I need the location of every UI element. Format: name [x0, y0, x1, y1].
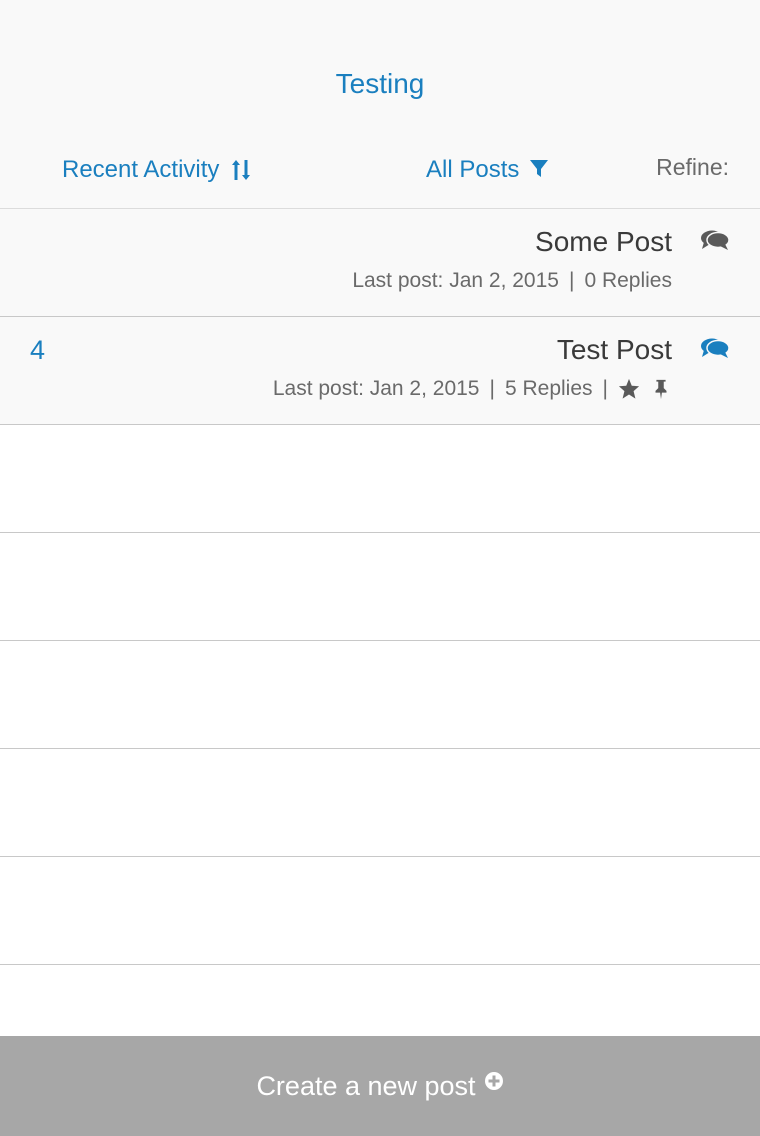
sort-arrows-icon [232, 160, 251, 180]
empty-row [0, 857, 760, 965]
meta-separator: | [568, 269, 575, 292]
forum-topic-page: Testing Recent Activity All Posts Refine… [0, 0, 760, 1136]
list-item-some-post[interactable]: Some Post Last post: Jan 2, 2015 | 0 Rep… [0, 209, 760, 317]
create-post-button[interactable]: Create a new post [0, 1036, 760, 1136]
chat-bubbles-icon [701, 230, 730, 250]
unread-count: 4 [30, 335, 46, 365]
create-post-label: Create a new post [256, 1070, 476, 1101]
filter-icon [530, 160, 549, 177]
page-title: Testing [335, 68, 425, 99]
meta-separator: | [489, 377, 495, 400]
pin-icon [655, 379, 667, 400]
header: Testing Recent Activity All Posts Refine… [0, 0, 760, 209]
refine-label: Refine: [656, 154, 729, 180]
reply-count: 5 Replies [504, 377, 593, 400]
post-list: Some Post Last post: Jan 2, 2015 | 0 Rep… [0, 209, 760, 965]
sort-label: Recent Activity [62, 156, 220, 183]
post-meta: Last post: Jan 2, 2015 | 0 Replies [352, 269, 672, 293]
chat-bubbles-icon [701, 338, 730, 358]
plus-circle-icon [484, 1072, 503, 1090]
post-meta: Last post: Jan 2, 2015 | 5 Replies | [273, 377, 672, 401]
sort-button[interactable]: Recent Activity [62, 156, 251, 184]
filter-button[interactable]: All Posts [426, 156, 549, 184]
empty-row [0, 425, 760, 533]
list-item-test-post[interactable]: 4 Test Post Last post: Jan 2, 2015 | 5 R… [0, 317, 760, 425]
post-title: Some Post [535, 226, 672, 257]
meta-separator: | [602, 377, 608, 400]
filter-label: All Posts [426, 156, 520, 183]
empty-row [0, 641, 760, 749]
post-title: Test Post [556, 334, 672, 365]
last-post-date: Last post: Jan 2, 2015 [352, 269, 559, 292]
last-post-date: Last post: Jan 2, 2015 [272, 377, 480, 400]
star-icon [618, 378, 640, 399]
empty-row [0, 533, 760, 641]
empty-row [0, 749, 760, 857]
reply-count: 0 Replies [584, 269, 672, 292]
